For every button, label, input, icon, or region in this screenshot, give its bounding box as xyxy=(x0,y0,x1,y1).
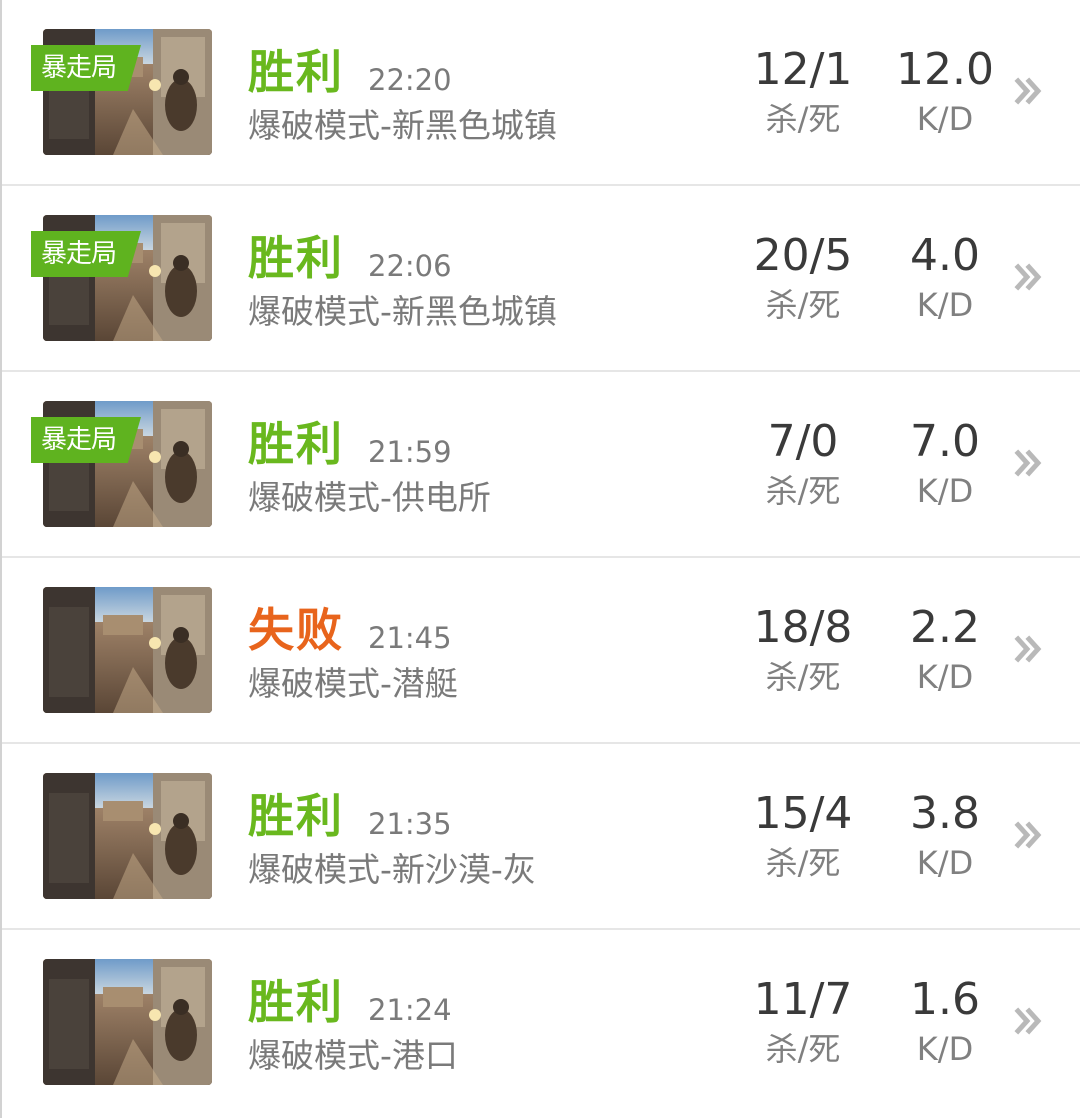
double-chevron-right-icon[interactable] xyxy=(1012,818,1046,852)
rampage-tag: 暴走局 xyxy=(31,231,141,277)
match-time: 21:45 xyxy=(368,621,452,655)
match-row[interactable]: 暴走局 胜利 22:20 爆破模式-新黑色城镇 12/1 杀/死 12.0 K/… xyxy=(2,0,1080,186)
kills-deaths-label: 杀/死 xyxy=(765,658,841,696)
double-chevron-right-icon[interactable] xyxy=(1012,74,1046,108)
match-mode: 爆破模式-港口 xyxy=(248,1036,458,1075)
kills-deaths-value: 18/8 xyxy=(753,602,853,653)
kills-deaths-label: 杀/死 xyxy=(765,286,841,324)
map-scene-image xyxy=(43,959,212,1085)
kd-label: K/D xyxy=(916,844,974,882)
kills-deaths-stat: 7/0 杀/死 xyxy=(738,414,868,512)
kd-label: K/D xyxy=(916,286,974,324)
map-thumbnail xyxy=(43,773,212,899)
kd-stat: 4.0 K/D xyxy=(880,228,1010,326)
match-mode: 爆破模式-潜艇 xyxy=(248,664,458,703)
kills-deaths-value: 15/4 xyxy=(753,788,853,839)
double-chevron-right-icon[interactable] xyxy=(1012,260,1046,294)
kd-value: 12.0 xyxy=(896,44,994,95)
double-chevron-right-icon[interactable] xyxy=(1012,1004,1046,1038)
kills-deaths-label: 杀/死 xyxy=(765,100,841,138)
double-chevron-right-icon[interactable] xyxy=(1012,446,1046,480)
match-mode: 爆破模式-新黑色城镇 xyxy=(248,292,557,331)
kills-deaths-value: 20/5 xyxy=(753,230,853,281)
kd-value: 4.0 xyxy=(910,230,980,281)
rampage-tag: 暴走局 xyxy=(31,417,141,463)
match-row[interactable]: 胜利 21:35 爆破模式-新沙漠-灰 15/4 杀/死 3.8 K/D xyxy=(2,744,1080,930)
match-row[interactable]: 胜利 21:24 爆破模式-港口 11/7 杀/死 1.6 K/D xyxy=(2,930,1080,1116)
kd-stat: 12.0 K/D xyxy=(880,42,1010,140)
kd-stat: 7.0 K/D xyxy=(880,414,1010,512)
match-time: 21:59 xyxy=(368,435,452,469)
kills-deaths-stat: 11/7 杀/死 xyxy=(738,972,868,1070)
kills-deaths-value: 7/0 xyxy=(767,416,839,467)
kills-deaths-value: 12/1 xyxy=(753,44,853,95)
kd-label: K/D xyxy=(916,1030,974,1068)
kills-deaths-stat: 20/5 杀/死 xyxy=(738,228,868,326)
kd-label: K/D xyxy=(916,472,974,510)
map-scene-image xyxy=(43,773,212,899)
kd-value: 2.2 xyxy=(910,602,980,653)
kills-deaths-label: 杀/死 xyxy=(765,844,841,882)
match-mode: 爆破模式-新沙漠-灰 xyxy=(248,850,536,889)
kills-deaths-stat: 12/1 杀/死 xyxy=(738,42,868,140)
kills-deaths-label: 杀/死 xyxy=(765,1030,841,1068)
match-row[interactable]: 暴走局 胜利 22:06 爆破模式-新黑色城镇 20/5 杀/死 4.0 K/D xyxy=(2,186,1080,372)
match-time: 21:24 xyxy=(368,993,452,1027)
match-time: 22:06 xyxy=(368,249,452,283)
rampage-tag: 暴走局 xyxy=(31,45,141,91)
match-mode: 爆破模式-新黑色城镇 xyxy=(248,106,557,145)
match-row[interactable]: 失败 21:45 爆破模式-潜艇 18/8 杀/死 2.2 K/D xyxy=(2,558,1080,744)
kills-deaths-label: 杀/死 xyxy=(765,472,841,510)
match-row[interactable]: 暴走局 胜利 21:59 爆破模式-供电所 7/0 杀/死 7.0 K/D xyxy=(2,372,1080,558)
kd-value: 3.8 xyxy=(910,788,980,839)
match-time: 21:35 xyxy=(368,807,452,841)
map-thumbnail xyxy=(43,959,212,1085)
kd-stat: 3.8 K/D xyxy=(880,786,1010,884)
kd-stat: 2.2 K/D xyxy=(880,600,1010,698)
match-mode: 爆破模式-供电所 xyxy=(248,478,491,517)
match-time: 22:20 xyxy=(368,63,452,97)
match-history-list: 暴走局 胜利 22:20 爆破模式-新黑色城镇 12/1 杀/死 12.0 K/… xyxy=(0,0,1080,1118)
map-scene-image xyxy=(43,587,212,713)
kd-label: K/D xyxy=(916,100,974,138)
match-result: 胜利 xyxy=(248,231,344,285)
match-result: 失败 xyxy=(248,603,344,657)
match-result: 胜利 xyxy=(248,45,344,99)
map-thumbnail xyxy=(43,587,212,713)
kills-deaths-value: 11/7 xyxy=(753,974,853,1025)
double-chevron-right-icon[interactable] xyxy=(1012,632,1046,666)
kills-deaths-stat: 15/4 杀/死 xyxy=(738,786,868,884)
match-result: 胜利 xyxy=(248,975,344,1029)
kd-value: 1.6 xyxy=(910,974,980,1025)
kd-value: 7.0 xyxy=(910,416,980,467)
match-result: 胜利 xyxy=(248,417,344,471)
match-result: 胜利 xyxy=(248,789,344,843)
kd-stat: 1.6 K/D xyxy=(880,972,1010,1070)
kills-deaths-stat: 18/8 杀/死 xyxy=(738,600,868,698)
kd-label: K/D xyxy=(916,658,974,696)
